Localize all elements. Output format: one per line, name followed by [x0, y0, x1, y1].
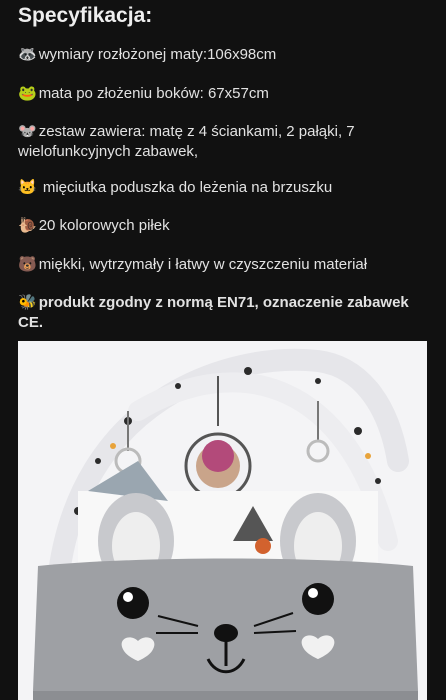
cat-icon: 🐱	[18, 179, 37, 196]
bear-icon: 🐻	[18, 256, 37, 273]
play-mat-illustration	[33, 348, 418, 700]
mouse-icon: 🐭	[18, 123, 37, 140]
spec-item-folded-size: 🐸 mata po złożeniu boków: 67x57cm	[18, 84, 433, 104]
mat-eye-right	[302, 583, 334, 615]
spec-item-balls: 🐌 20 kolorowych piłek	[18, 216, 433, 236]
spec-text: miękki, wytrzymały i łatwy w czyszczeniu…	[38, 256, 368, 273]
spec-item-contents: 🐭 zestaw zawiera: matę z 4 ściankami, 2 p…	[18, 122, 433, 162]
snail-icon: 🐌	[18, 217, 37, 234]
mat-eye-left	[117, 587, 149, 619]
spec-item-pillow: 🐱 mięciutka poduszka do leżenia na brzus…	[18, 178, 433, 198]
frog-icon: 🐸	[18, 85, 37, 102]
spec-heading: Specyfikacja:	[18, 4, 153, 27]
spec-text: 20 kolorowych piłek	[38, 217, 170, 234]
spec-text: wymiary rozłożonej maty:106x98cm	[38, 46, 277, 63]
spec-text: mięciutka poduszka do leżenia na brzuszk…	[38, 179, 333, 196]
mat-nose	[214, 624, 238, 642]
spec-item-certification: 🐝 produkt zgodny z normą EN71, oznaczenie…	[18, 293, 433, 333]
spec-item-material: 🐻 miękki, wytrzymały i łatwy w czyszczeni…	[18, 255, 433, 275]
spec-text: zestaw zawiera: matę z 4 ściankami, 2 pa…	[18, 123, 355, 160]
product-photo	[18, 341, 427, 700]
raccoon-icon: 🦝	[18, 46, 37, 63]
spec-item-dimensions: 🦝 wymiary rozłożonej maty:106x98cm	[18, 45, 433, 65]
spec-text: mata po złożeniu boków: 67x57cm	[38, 85, 269, 102]
bee-icon: 🐝	[18, 294, 37, 311]
spec-text: produkt zgodny z normą EN71, oznaczenie …	[18, 294, 409, 331]
